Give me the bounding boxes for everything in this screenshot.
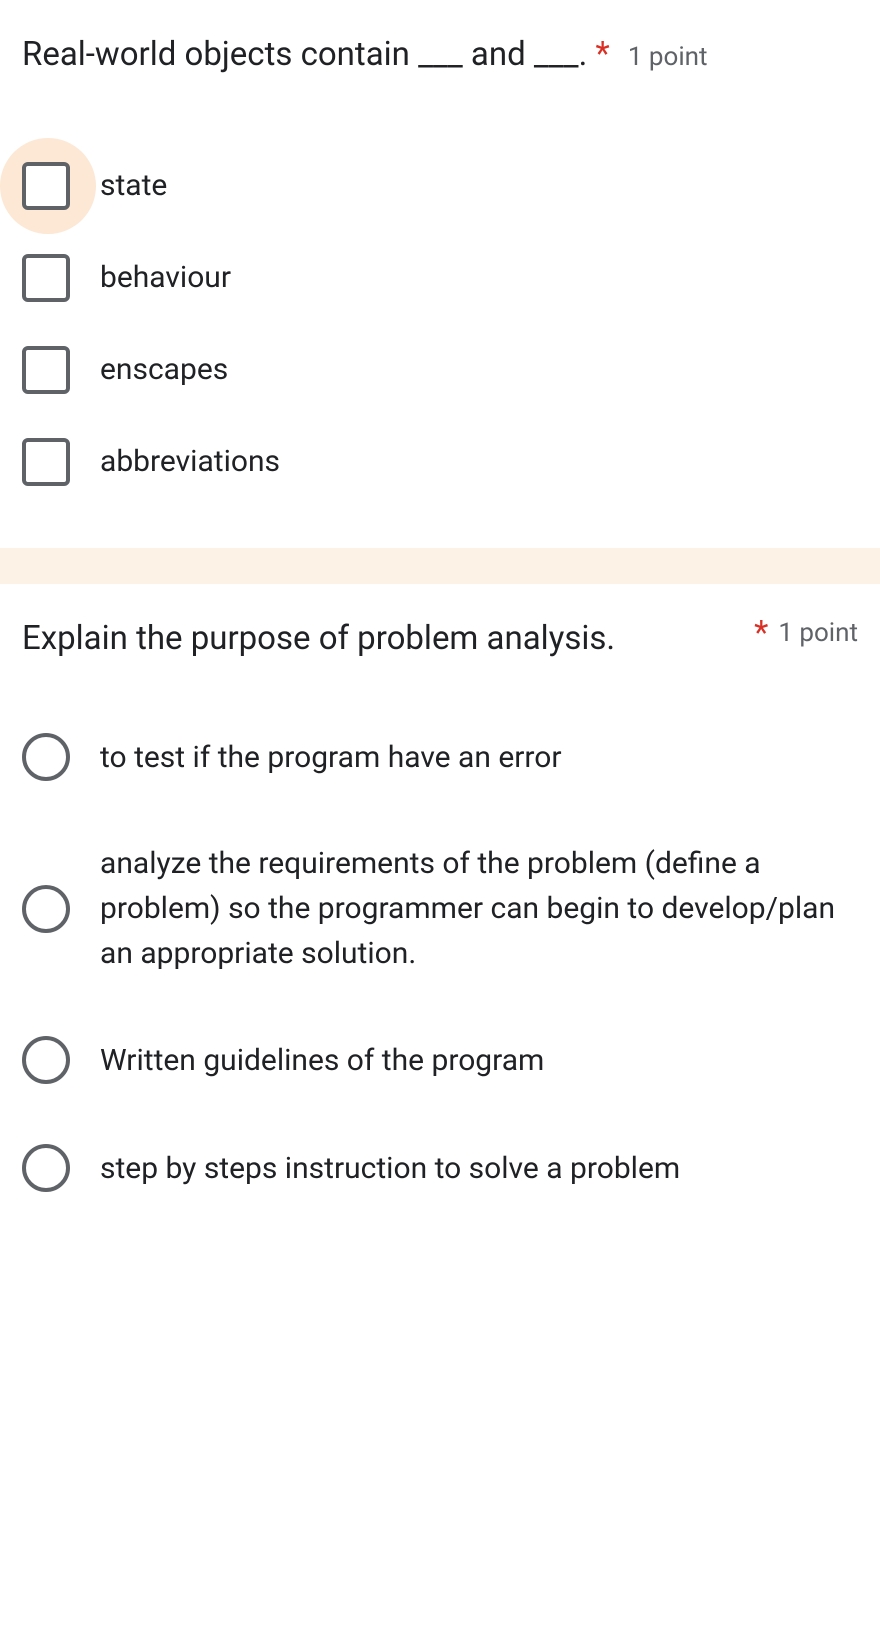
radio-icon (22, 885, 70, 933)
question-card-1: Real-world objects contain ___ and ___. … (0, 0, 880, 548)
radio-icon (22, 1144, 70, 1192)
radio-icon (22, 733, 70, 781)
checkbox-option-abbreviations[interactable]: abbreviations (22, 416, 858, 508)
radio-option-2[interactable]: Written guidelines of the program (22, 1006, 858, 1114)
option-label: enscapes (100, 347, 228, 392)
question-title: Real-world objects contain ___ and ___. … (22, 30, 858, 80)
option-label: abbreviations (100, 439, 280, 484)
question-title: Explain the purpose of problem analysis. (22, 614, 754, 664)
option-label: to test if the program have an error (100, 735, 562, 780)
required-indicator: * (754, 614, 768, 653)
option-label: state (100, 163, 167, 208)
checkbox-option-behaviour[interactable]: behaviour (22, 232, 858, 324)
option-label: behaviour (100, 255, 231, 300)
required-indicator: * (595, 35, 609, 74)
checkbox-icon (22, 254, 70, 302)
radio-icon (22, 1036, 70, 1084)
points-label: 1 point (628, 38, 708, 72)
radio-option-3[interactable]: step by steps instruction to solve a pro… (22, 1114, 858, 1222)
question-text: Explain the purpose of problem analysis. (22, 619, 615, 658)
radio-option-1[interactable]: analyze the requirements of the problem … (22, 811, 858, 1006)
checkbox-option-enscapes[interactable]: enscapes (22, 324, 858, 416)
question-header: Explain the purpose of problem analysis.… (22, 614, 858, 664)
checkbox-icon (22, 162, 70, 210)
radio-option-0[interactable]: to test if the program have an error (22, 703, 858, 811)
checkbox-icon (22, 438, 70, 486)
checkbox-option-state[interactable]: state (22, 140, 858, 232)
option-label: analyze the requirements of the problem … (100, 841, 858, 976)
option-label: Written guidelines of the program (100, 1038, 544, 1083)
card-divider (0, 548, 880, 584)
question-header: Real-world objects contain ___ and ___. … (22, 30, 858, 80)
question-text: Real-world objects contain ___ and ___. (22, 35, 587, 74)
question-card-2: Explain the purpose of problem analysis.… (0, 584, 880, 1263)
option-label: step by steps instruction to solve a pro… (100, 1146, 680, 1191)
points-label: 1 point (778, 614, 858, 648)
checkbox-icon (22, 346, 70, 394)
